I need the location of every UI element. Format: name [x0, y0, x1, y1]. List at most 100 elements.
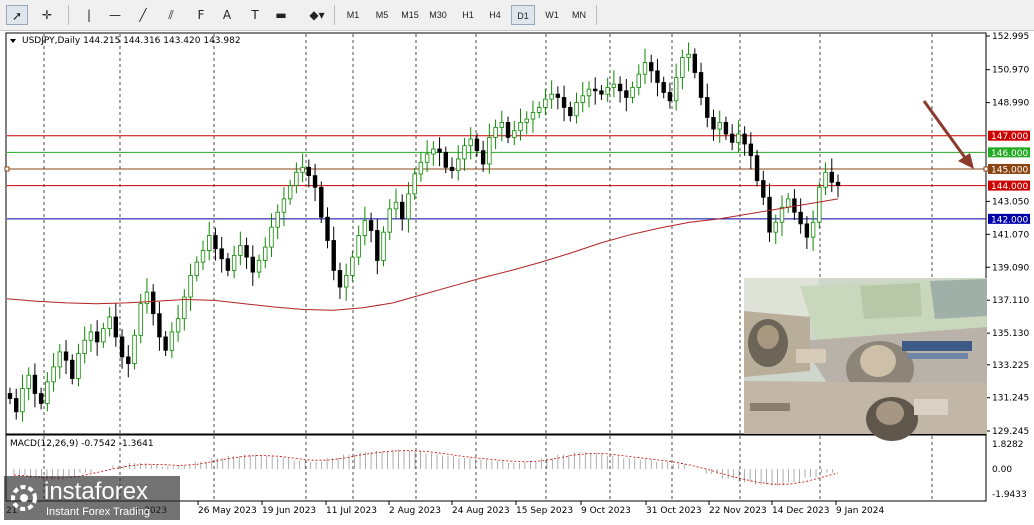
toolbar-separator: [68, 5, 69, 25]
candle-body: [773, 221, 778, 233]
date-label: 2 Aug 2023: [389, 506, 441, 516]
candle-body: [45, 381, 50, 404]
candle-body: [686, 53, 691, 58]
candle-body: [287, 185, 293, 200]
vertical-line-icon[interactable]: |: [78, 5, 100, 25]
candle-body: [150, 291, 156, 315]
candle-body: [742, 133, 747, 145]
candle-body: [14, 398, 19, 413]
watermark-subtitle: Instant Forex Trading: [46, 506, 150, 518]
candle-body: [561, 97, 567, 108]
candle-body: [362, 220, 368, 236]
candle-body: [480, 150, 486, 165]
candle-body: [530, 112, 536, 120]
candle-body: [698, 72, 704, 98]
candle-body: [736, 133, 741, 143]
cursor-icon[interactable]: ➚: [6, 5, 28, 25]
candle-body: [605, 87, 610, 95]
candle-body: [493, 126, 498, 138]
candle-body: [549, 93, 554, 100]
candle-body: [325, 216, 330, 241]
candle-body: [169, 331, 175, 351]
crosshair-icon[interactable]: ✛: [36, 5, 58, 25]
toolbar-separator: [596, 5, 597, 25]
text-icon[interactable]: A: [216, 5, 238, 25]
candle-body: [51, 366, 56, 383]
level-tag-label: 146.000: [991, 149, 1028, 159]
timeframe-d1[interactable]: D1: [511, 5, 535, 25]
candle-body: [524, 118, 529, 123]
macd-axis-label: 0.00: [992, 465, 1012, 475]
candle-body: [263, 246, 268, 261]
candle-body: [798, 211, 803, 225]
horizontal-line-icon[interactable]: —: [104, 5, 126, 25]
candle-body: [754, 155, 760, 182]
date-label: 19 Jun 2023: [262, 506, 316, 516]
date-label: 9 Oct 2023: [581, 506, 631, 516]
candle-body: [412, 173, 417, 195]
shapes-dropdown-icon[interactable]: ◆▾: [302, 5, 332, 25]
fibonacci-icon[interactable]: F: [190, 5, 212, 25]
level-handle[interactable]: [983, 166, 989, 172]
text-label-icon[interactable]: T: [244, 5, 266, 25]
candle-body: [823, 171, 828, 188]
timeframe-m5[interactable]: M5: [370, 5, 394, 25]
price-label: 131.245: [992, 394, 1029, 404]
price-label: 129.245: [992, 427, 1029, 437]
candle-body: [630, 87, 635, 98]
candle-body: [400, 201, 405, 220]
timeframe-m15[interactable]: M15: [398, 5, 422, 25]
equidistant-channel-icon[interactable]: ⫽: [160, 5, 182, 25]
candle-body: [723, 122, 729, 135]
candle-body: [393, 201, 399, 210]
timeframe-m1[interactable]: M1: [341, 5, 365, 25]
candle-body: [238, 245, 243, 256]
date-label: 22 Nov 2023: [709, 506, 767, 516]
candle-body: [300, 166, 305, 173]
candle-body: [312, 175, 318, 188]
price-chart[interactable]: 147.000 146.000 145.000 144.000 142.000 152.…: [0, 31, 1034, 522]
price-label: 137.110: [992, 296, 1029, 306]
trendline-icon[interactable]: ╱: [132, 5, 154, 25]
candle-body: [163, 336, 168, 351]
candle-body: [611, 83, 617, 88]
candle-body: [182, 296, 187, 320]
candle-body: [70, 359, 75, 379]
level-tag-label: 147.000: [991, 132, 1028, 142]
macd-axis-label: -1.9433: [992, 490, 1027, 500]
level-tag-label: 145.000: [991, 165, 1028, 175]
candle-body: [7, 393, 13, 399]
date-label: 9 Jan 2024: [836, 506, 884, 516]
candle-body: [829, 171, 834, 183]
candle-body: [536, 107, 542, 113]
candle-body: [748, 143, 754, 157]
candle-body: [443, 151, 448, 168]
level-handle[interactable]: [4, 166, 10, 172]
candle-body: [574, 102, 579, 117]
candle-body: [804, 223, 810, 238]
candle-body: [431, 148, 436, 155]
candle-body: [82, 339, 87, 354]
candle-body: [418, 161, 424, 175]
candle-body: [649, 62, 654, 72]
candle-body: [462, 145, 467, 160]
candle-body: [593, 88, 598, 92]
candle-body: [518, 122, 523, 132]
candle-body: [375, 230, 380, 261]
candle-body: [356, 235, 361, 258]
candle-body: [138, 303, 143, 336]
timeframe-mn[interactable]: MN: [567, 5, 591, 25]
timeframe-h1[interactable]: H1: [456, 5, 480, 25]
candle-body: [250, 256, 255, 273]
candle-body: [785, 198, 791, 208]
candle-body: [331, 240, 336, 271]
rectangle-icon[interactable]: ▬: [270, 5, 292, 25]
candle-body: [132, 334, 137, 364]
timeframe-m30[interactable]: M30: [426, 5, 450, 25]
timeframe-w1[interactable]: W1: [540, 5, 564, 25]
candle-body: [642, 62, 648, 75]
timeframe-h4[interactable]: H4: [483, 5, 507, 25]
date-label: 26 May 2023: [198, 506, 257, 516]
candle-body: [101, 328, 106, 343]
candle-body: [655, 70, 660, 83]
